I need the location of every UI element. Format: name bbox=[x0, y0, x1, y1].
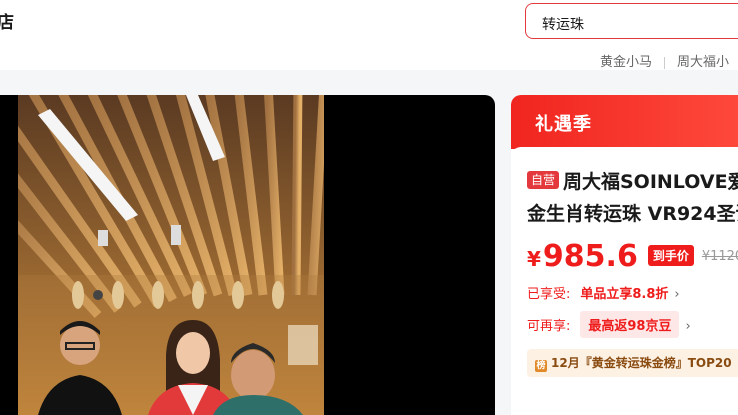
search-input[interactable]: 转运珠 bbox=[525, 3, 738, 39]
promo-title: 礼遇季 bbox=[535, 114, 592, 135]
original-price: ¥1120.0 bbox=[701, 249, 738, 264]
product-title: 周大福SOINLOVE爱 bbox=[563, 171, 738, 193]
product-info-card: 自营 周大福SOINLOVE爱 金生肖转运珠 VR924圣诞 ¥985.6 到手价… bbox=[511, 147, 738, 415]
product-video-panel[interactable] bbox=[0, 95, 495, 415]
extra-benefit-row[interactable]: 可再享: 最高返98京豆 › bbox=[527, 311, 691, 338]
product-info-panel: 礼遇季 自营 周大福SOINLOVE爱 金生肖转运珠 VR924圣诞 ¥985.… bbox=[511, 95, 738, 415]
price-currency: ¥ bbox=[527, 247, 541, 271]
video-scene-image bbox=[18, 95, 324, 415]
self-operated-badge: 自营 bbox=[527, 171, 560, 189]
promo-banner[interactable]: 礼遇季 bbox=[511, 95, 738, 149]
store-name[interactable]: 店 bbox=[0, 8, 14, 33]
hot-words: 黄金小马 周大福小 bbox=[600, 51, 729, 70]
live-video-frame[interactable] bbox=[18, 95, 324, 415]
hot-word[interactable]: 黄金小马 bbox=[600, 55, 652, 70]
chevron-right-icon: › bbox=[685, 319, 691, 334]
search-query: 转运珠 bbox=[542, 17, 584, 33]
product-title-line2: 金生肖转运珠 VR924圣诞 bbox=[527, 203, 738, 225]
jd-bean-reward: 最高返98京豆 bbox=[580, 311, 680, 338]
final-price-tag: 到手价 bbox=[647, 245, 694, 266]
final-price: 985.6 bbox=[542, 239, 638, 274]
ranking-banner[interactable]: 榜 12月『黄金转运珠金榜』TOP20 bbox=[527, 349, 738, 377]
hot-word[interactable]: 周大福小 bbox=[677, 55, 729, 70]
extra-benefit-label: 可再享: bbox=[527, 319, 571, 334]
discount-value: 单品立享8.8折 bbox=[580, 287, 669, 302]
chevron-right-icon: › bbox=[674, 287, 680, 302]
ranking-badge-icon: 榜 bbox=[535, 360, 547, 372]
divider bbox=[664, 56, 666, 69]
ranking-text: 12月『黄金转运珠金榜』TOP20 bbox=[551, 356, 732, 370]
price-row: ¥985.6 到手价 ¥1120.0 bbox=[527, 239, 738, 274]
discount-label: 已享受: bbox=[527, 287, 571, 302]
discount-row[interactable]: 已享受: 单品立享8.8折 › bbox=[527, 283, 680, 302]
